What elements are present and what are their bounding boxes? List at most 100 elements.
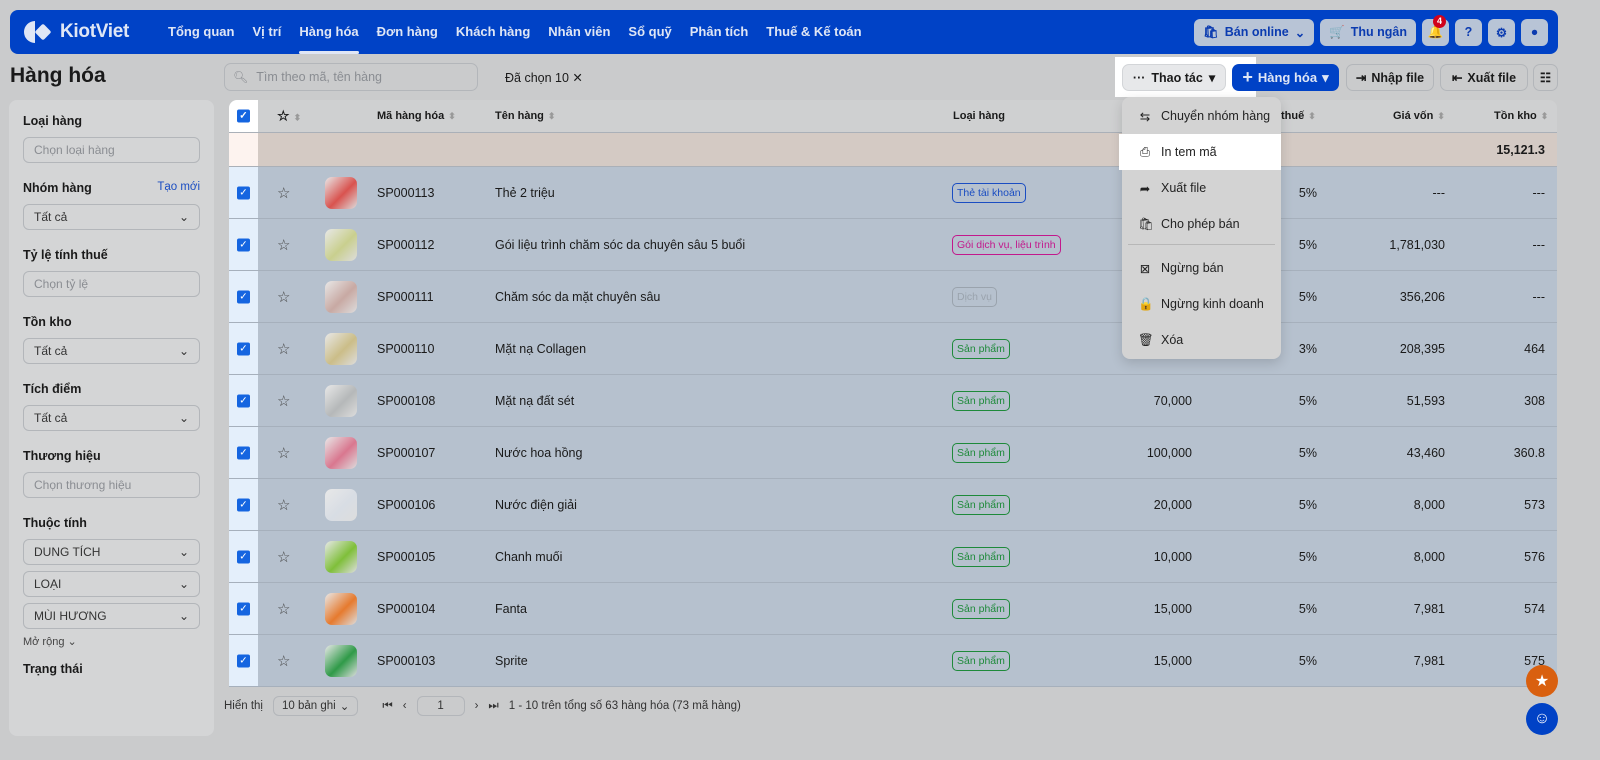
favorite-star-icon[interactable]: ☆	[277, 288, 290, 306]
search-input[interactable]	[256, 70, 467, 84]
row-checkbox[interactable]: ✓	[237, 498, 250, 511]
product-type-select[interactable]: Chọn loại hàng	[23, 137, 200, 163]
attribute-select[interactable]: MÙI HƯƠNG ⌄	[23, 603, 200, 629]
product-name[interactable]: Chăm sóc da mặt chuyên sâu	[495, 290, 660, 304]
menu-item-share[interactable]: ➦ Xuất file	[1122, 170, 1281, 206]
help-button[interactable]: ?	[1455, 18, 1482, 46]
product-code[interactable]: SP000107	[377, 446, 435, 460]
favorite-star-icon[interactable]: ☆	[277, 392, 290, 410]
nav-item[interactable]: Đơn hàng	[368, 10, 447, 54]
attribute-select[interactable]: LOẠI ⌄	[23, 571, 200, 597]
product-code[interactable]: SP000113	[377, 186, 434, 200]
product-code[interactable]: SP000105	[377, 550, 435, 564]
menu-item-bag[interactable]: 🛍 Cho phép bán	[1122, 206, 1281, 242]
notifications-button[interactable]: 🔔 4	[1422, 14, 1449, 46]
kiotviet-logo[interactable]: KiotViet	[24, 21, 129, 43]
product-code[interactable]: SP000106	[377, 498, 435, 512]
column-settings-button[interactable]: ☷	[1533, 64, 1558, 91]
row-checkbox[interactable]: ✓	[237, 342, 250, 355]
nav-item[interactable]: Vị trí	[243, 10, 290, 54]
create-group-link[interactable]: Tạo mới	[157, 181, 200, 195]
menu-item-trash[interactable]: 🗑 Xóa	[1122, 322, 1281, 358]
nav-item[interactable]: Thuế & Kế toán	[757, 10, 870, 54]
table-row[interactable]: ✓ ☆ SP000103 Sprite Sản phẩm 15,000 5% 7,981 575	[229, 635, 1557, 687]
favorite-star-icon[interactable]: ☆	[277, 236, 290, 254]
table-row[interactable]: ✓ ☆ SP000106 Nước điện giải Sản phẩm 20,000 5%…	[229, 479, 1557, 531]
nav-item[interactable]: Nhân viên	[539, 10, 619, 54]
page-input[interactable]: 1	[416, 696, 465, 716]
last-page-icon[interactable]: ⏭	[488, 700, 498, 713]
online-sales-button[interactable]: 🛍 Bán online ⌄	[1193, 18, 1315, 46]
add-product-button[interactable]: + Hàng hóa ▾	[1232, 64, 1339, 91]
product-code[interactable]: SP000110	[377, 342, 434, 356]
menu-item-lock[interactable]: 🔒 Ngừng kinh doanh	[1122, 286, 1281, 322]
product-code[interactable]: SP000108	[377, 394, 435, 408]
table-row[interactable]: ✓ ☆ SP000113 Thẻ 2 triệu Thẻ tài khoản 5% --- -…	[229, 167, 1557, 219]
product-name[interactable]: Nước hoa hồng	[495, 446, 582, 460]
row-checkbox[interactable]: ✓	[237, 394, 250, 407]
favorite-fab[interactable]: ★	[1526, 665, 1558, 697]
product-name[interactable]: Mặt nạ đất sét	[495, 394, 574, 408]
prev-page-icon[interactable]: ‹	[403, 700, 407, 712]
product-name[interactable]: Fanta	[495, 602, 527, 616]
expand-link[interactable]: Mở rộng ⌄	[23, 635, 200, 648]
product-name[interactable]: Nước điện giải	[495, 498, 577, 512]
import-file-button[interactable]: ⇥ Nhập file	[1346, 64, 1434, 91]
nav-item[interactable]: Phân tích	[681, 10, 758, 54]
favorite-star-icon[interactable]: ☆	[277, 548, 290, 566]
row-checkbox[interactable]: ✓	[237, 654, 250, 667]
product-code[interactable]: SP000104	[377, 602, 435, 616]
row-checkbox[interactable]: ✓	[237, 238, 250, 251]
table-row[interactable]: ✓ ☆ SP000112 Gói liệu trình chăm sóc da chu…	[229, 219, 1557, 271]
favorite-star-icon[interactable]: ☆	[277, 184, 290, 202]
menu-item-printer[interactable]: ⎙ In tem mã	[1119, 134, 1281, 170]
avatar[interactable]: ●	[1521, 18, 1548, 46]
table-row[interactable]: ✓ ☆ SP000111 Chăm sóc da mặt chuyên sâu Dịch…	[229, 271, 1557, 323]
actions-button[interactable]: ··· Thao tác ▾	[1122, 64, 1226, 91]
menu-item-move-group[interactable]: ⇆ Chuyển nhóm hàng	[1122, 98, 1281, 134]
brand-select[interactable]: Chọn thương hiệu	[23, 472, 200, 498]
favorite-star-icon[interactable]: ☆	[277, 340, 290, 358]
row-checkbox[interactable]: ✓	[237, 446, 250, 459]
header-code[interactable]: Mã hàng hóa ⬍	[377, 110, 456, 122]
first-page-icon[interactable]: ⏮	[382, 700, 392, 713]
row-checkbox[interactable]: ✓	[237, 602, 250, 615]
nav-item[interactable]: Sổ quỹ	[619, 10, 680, 54]
nav-item[interactable]: Khách hàng	[447, 10, 539, 54]
header-stock[interactable]: Tồn kho ⬍	[1494, 110, 1548, 122]
star-sort-icon[interactable]: ☆ ⬍	[277, 108, 301, 125]
favorite-star-icon[interactable]: ☆	[277, 444, 290, 462]
next-page-icon[interactable]: ›	[475, 700, 479, 712]
product-name[interactable]: Sprite	[495, 654, 528, 668]
selected-count[interactable]: Đã chọn 10 ✕	[505, 70, 583, 85]
search-box[interactable]: 🔍︎	[224, 63, 478, 91]
favorite-star-icon[interactable]: ☆	[277, 496, 290, 514]
product-name[interactable]: Gói liệu trình chăm sóc da chuyên sâu 5 …	[495, 238, 745, 252]
product-code[interactable]: SP000103	[377, 654, 435, 668]
row-checkbox[interactable]: ✓	[237, 550, 250, 563]
table-row[interactable]: ✓ ☆ SP000104 Fanta Sản phẩm 15,000 5% 7,981 574	[229, 583, 1557, 635]
table-row[interactable]: ✓ ☆ SP000110 Mặt nạ Collagen Sản phẩm 3% 208,3…	[229, 323, 1557, 375]
favorite-star-icon[interactable]: ☆	[277, 600, 290, 618]
nav-item[interactable]: Tổng quan	[159, 10, 243, 54]
row-checkbox[interactable]: ✓	[237, 290, 250, 303]
product-code[interactable]: SP000111	[377, 290, 434, 304]
product-name[interactable]: Thẻ 2 triệu	[495, 186, 555, 200]
header-cost[interactable]: Giá vốn ⬍	[1393, 110, 1445, 122]
stock-select[interactable]: Tất cả ⌄	[23, 338, 200, 364]
table-row[interactable]: ✓ ☆ SP000105 Chanh muối Sản phẩm 10,000 5% 8,00…	[229, 531, 1557, 583]
product-code[interactable]: SP000112	[377, 238, 434, 252]
attribute-select[interactable]: DUNG TÍCH ⌄	[23, 539, 200, 565]
support-fab[interactable]: ☺	[1526, 703, 1558, 735]
page-size-select[interactable]: 10 bản ghi ⌄	[273, 696, 359, 716]
cashier-button[interactable]: 🛒 Thu ngân	[1320, 18, 1416, 46]
table-row[interactable]: ✓ ☆ SP000108 Mặt nạ đất sét Sản phẩm 70,000 5%…	[229, 375, 1557, 427]
menu-item-bag-x[interactable]: ⊠ Ngừng bán	[1122, 250, 1281, 286]
header-name[interactable]: Tên hàng ⬍	[495, 110, 555, 122]
select-all-checkbox[interactable]: ✓	[237, 109, 250, 123]
export-file-button[interactable]: ⇤ Xuất file	[1440, 64, 1528, 91]
clear-selection-icon[interactable]: ✕	[572, 71, 582, 85]
product-name[interactable]: Chanh muối	[495, 550, 562, 564]
row-checkbox[interactable]: ✓	[237, 186, 250, 199]
favorite-star-icon[interactable]: ☆	[277, 652, 290, 670]
